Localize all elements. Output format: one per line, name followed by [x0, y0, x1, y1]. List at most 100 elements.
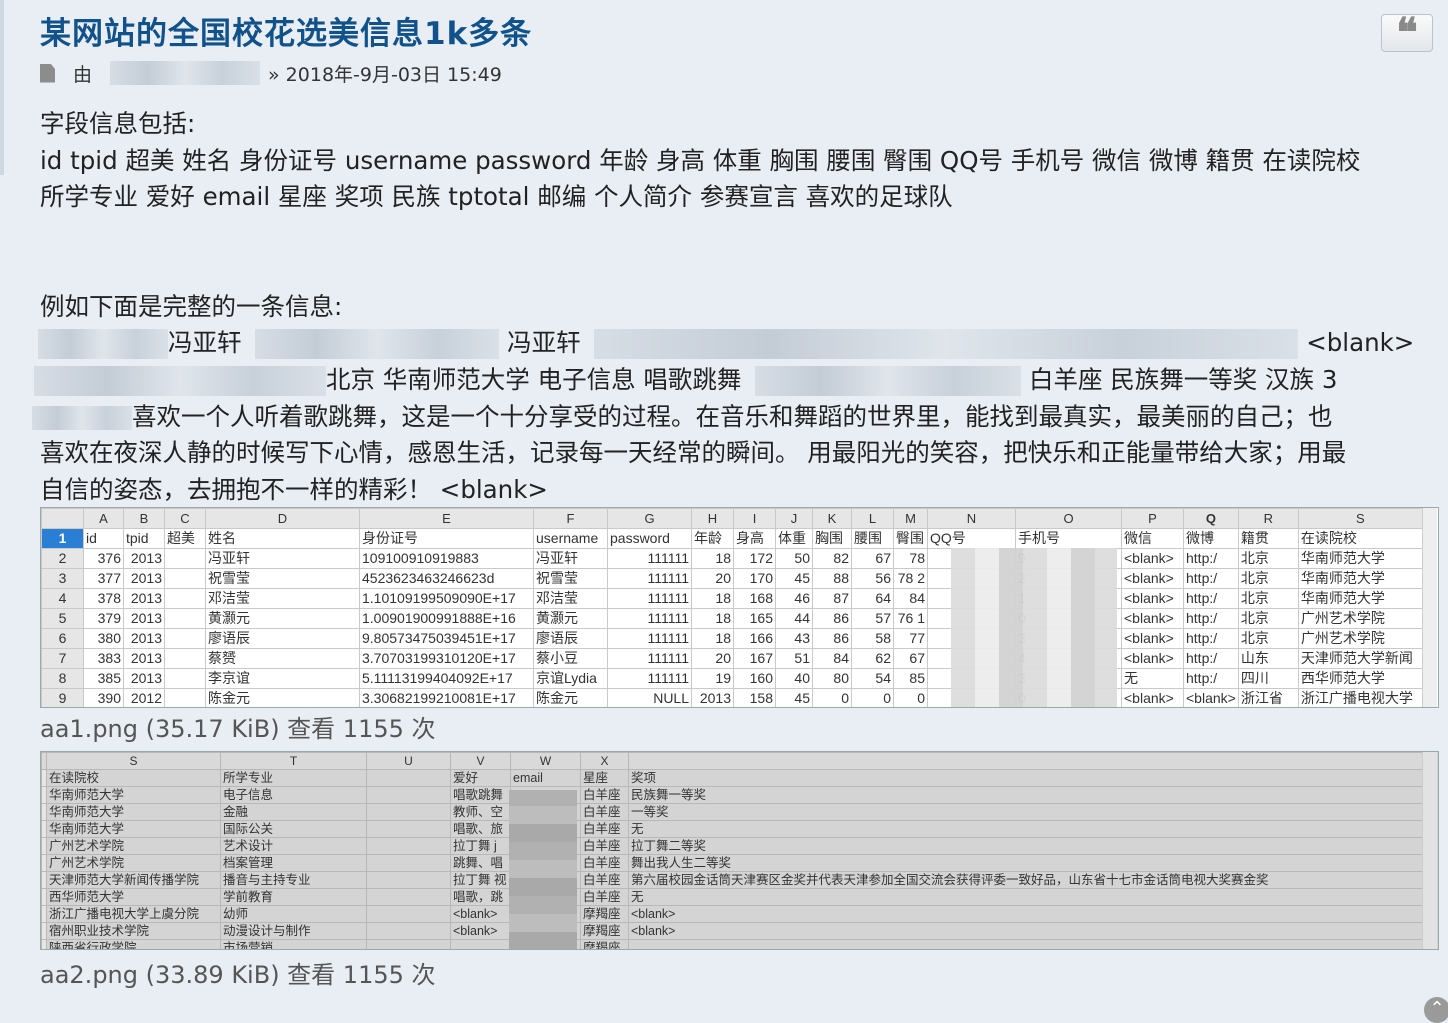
- table-cell[interactable]: 浙江广播电视大学上虞分院: [46, 905, 221, 923]
- table-cell[interactable]: 57: [851, 608, 894, 629]
- table-cell[interactable]: 华南师范大学: [46, 820, 221, 838]
- table-cell[interactable]: [164, 668, 206, 689]
- table-cell[interactable]: 9.80573475039451E+17: [359, 628, 534, 649]
- table-cell[interactable]: 廖语辰: [533, 628, 608, 649]
- row-number[interactable]: 8: [41, 668, 84, 689]
- table-cell[interactable]: <blank>: [628, 905, 1425, 923]
- header-cell[interactable]: 体重: [775, 528, 813, 549]
- header-cell[interactable]: password: [607, 528, 692, 549]
- table-cell[interactable]: 380: [83, 628, 124, 649]
- table-cell[interactable]: 蔡赟: [205, 648, 360, 669]
- column-letter[interactable]: T: [220, 752, 367, 770]
- column-letter[interactable]: V: [450, 752, 511, 770]
- table-cell[interactable]: <blank>: [1183, 688, 1239, 707]
- post-title[interactable]: 某网站的全国校花选美信息1k多条: [40, 8, 532, 53]
- table-cell[interactable]: 111111: [607, 668, 692, 689]
- header-cell[interactable]: 微信: [1121, 528, 1184, 549]
- table-cell[interactable]: 170: [733, 568, 776, 589]
- table-cell[interactable]: 19: [691, 668, 734, 689]
- table-cell[interactable]: 黄灏元: [205, 608, 360, 629]
- table-cell[interactable]: 华南师范大学: [1297, 568, 1423, 589]
- header-cell[interactable]: id: [83, 528, 124, 549]
- table-cell[interactable]: <blank>: [1121, 648, 1184, 669]
- table-cell[interactable]: 80: [812, 668, 852, 689]
- column-letter[interactable]: [628, 752, 1425, 770]
- table-cell[interactable]: 广州艺术学院: [46, 854, 221, 872]
- table-cell[interactable]: 李京谊: [205, 668, 360, 689]
- table-cell[interactable]: 87: [812, 588, 852, 609]
- table-cell[interactable]: 北京: [1237, 548, 1299, 569]
- table-cell[interactable]: 109100910919883: [359, 548, 534, 569]
- table-cell[interactable]: 跳舞、唱: [450, 854, 511, 872]
- table-cell[interactable]: [164, 588, 206, 609]
- vertical-scrollbar[interactable]: [1422, 752, 1437, 949]
- table-cell[interactable]: 黄灏元: [533, 608, 608, 629]
- header-cell[interactable]: 臀围: [893, 528, 928, 549]
- table-cell[interactable]: 1.10109199509090E+17: [359, 588, 534, 609]
- table-cell[interactable]: 学前教育: [220, 888, 367, 906]
- table-cell[interactable]: 166: [733, 628, 776, 649]
- column-letter[interactable]: P: [1121, 508, 1184, 529]
- table-cell[interactable]: 广州艺术学院: [1297, 628, 1423, 649]
- table-cell[interactable]: 2013: [123, 548, 165, 569]
- table-cell[interactable]: <blank>: [450, 905, 511, 923]
- table-cell[interactable]: 第六届校园金话筒天津赛区金奖并代表天津参加全国交流会获得评委一致好品，山东省十七…: [628, 871, 1425, 889]
- table-cell[interactable]: 2013: [123, 648, 165, 669]
- table-cell[interactable]: <blank>: [628, 922, 1425, 940]
- table-cell[interactable]: 111111: [607, 568, 692, 589]
- table-cell[interactable]: 3.30682199210081E+17: [359, 688, 534, 707]
- table-cell[interactable]: 1.00901900991888E+16: [359, 608, 534, 629]
- column-letter[interactable]: N: [927, 508, 1016, 529]
- header-cell[interactable]: 微博: [1183, 528, 1239, 549]
- table-cell[interactable]: 无: [1121, 668, 1184, 689]
- table-cell[interactable]: 白羊座: [580, 888, 629, 906]
- table-cell[interactable]: 市场营销: [220, 939, 367, 949]
- table-cell[interactable]: 111111: [607, 548, 692, 569]
- header-cell[interactable]: 身高: [733, 528, 776, 549]
- table-cell[interactable]: 陈金元: [533, 688, 608, 707]
- table-cell[interactable]: 拉丁舞二等奖: [628, 837, 1425, 855]
- table-cell[interactable]: http:/: [1183, 648, 1239, 669]
- table-cell[interactable]: 78 2: [893, 568, 928, 589]
- row-number[interactable]: 5: [41, 608, 84, 629]
- table-cell[interactable]: [366, 905, 451, 923]
- table-cell[interactable]: 78: [893, 548, 928, 569]
- row-number[interactable]: 3: [41, 568, 84, 589]
- column-letter[interactable]: X: [580, 752, 629, 770]
- table-cell[interactable]: 67: [893, 648, 928, 669]
- column-letter[interactable]: O: [1015, 508, 1122, 529]
- header-cell[interactable]: 所学专业: [220, 769, 367, 787]
- table-cell[interactable]: 宿州职业技术学院: [46, 922, 221, 940]
- table-cell[interactable]: 拉丁舞 j: [450, 837, 511, 855]
- table-cell[interactable]: 唱歌跳舞: [450, 786, 511, 804]
- table-cell[interactable]: 167: [733, 648, 776, 669]
- table-cell[interactable]: 天津师范大学新闻: [1297, 648, 1423, 669]
- table-cell[interactable]: 国际公关: [220, 820, 367, 838]
- table-cell[interactable]: 广州艺术学院: [46, 837, 221, 855]
- attachment-image-aa2[interactable]: STUVWX在读院校所学专业爱好email星座奖项华南师范大学电子信息唱歌跳舞7…: [40, 751, 1439, 950]
- table-cell[interactable]: 376: [83, 548, 124, 569]
- table-cell[interactable]: 111111: [607, 608, 692, 629]
- table-cell[interactable]: 85: [893, 668, 928, 689]
- table-cell[interactable]: NULL: [607, 688, 692, 707]
- table-cell[interactable]: [450, 939, 511, 949]
- header-cell[interactable]: 手机号: [1015, 528, 1122, 549]
- table-cell[interactable]: <blank>: [450, 922, 511, 940]
- table-cell[interactable]: 西华师范大学: [1297, 668, 1423, 689]
- table-cell[interactable]: 3.70703199310120E+17: [359, 648, 534, 669]
- header-cell[interactable]: 在读院校: [46, 769, 221, 787]
- table-cell[interactable]: 18: [691, 588, 734, 609]
- table-cell[interactable]: 0: [893, 688, 928, 707]
- table-cell[interactable]: 43: [775, 628, 813, 649]
- table-cell[interactable]: http:/: [1183, 628, 1239, 649]
- table-cell[interactable]: 摩羯座: [580, 939, 629, 949]
- column-letter[interactable]: U: [366, 752, 451, 770]
- table-cell[interactable]: 唱歌、旅: [450, 820, 511, 838]
- table-cell[interactable]: 四川: [1237, 668, 1299, 689]
- table-cell[interactable]: 377: [83, 568, 124, 589]
- table-cell[interactable]: 陈金元: [205, 688, 360, 707]
- table-cell[interactable]: http:/: [1183, 608, 1239, 629]
- table-cell[interactable]: 46: [775, 588, 813, 609]
- table-cell[interactable]: 白羊座: [580, 786, 629, 804]
- header-cell[interactable]: 超美: [164, 528, 206, 549]
